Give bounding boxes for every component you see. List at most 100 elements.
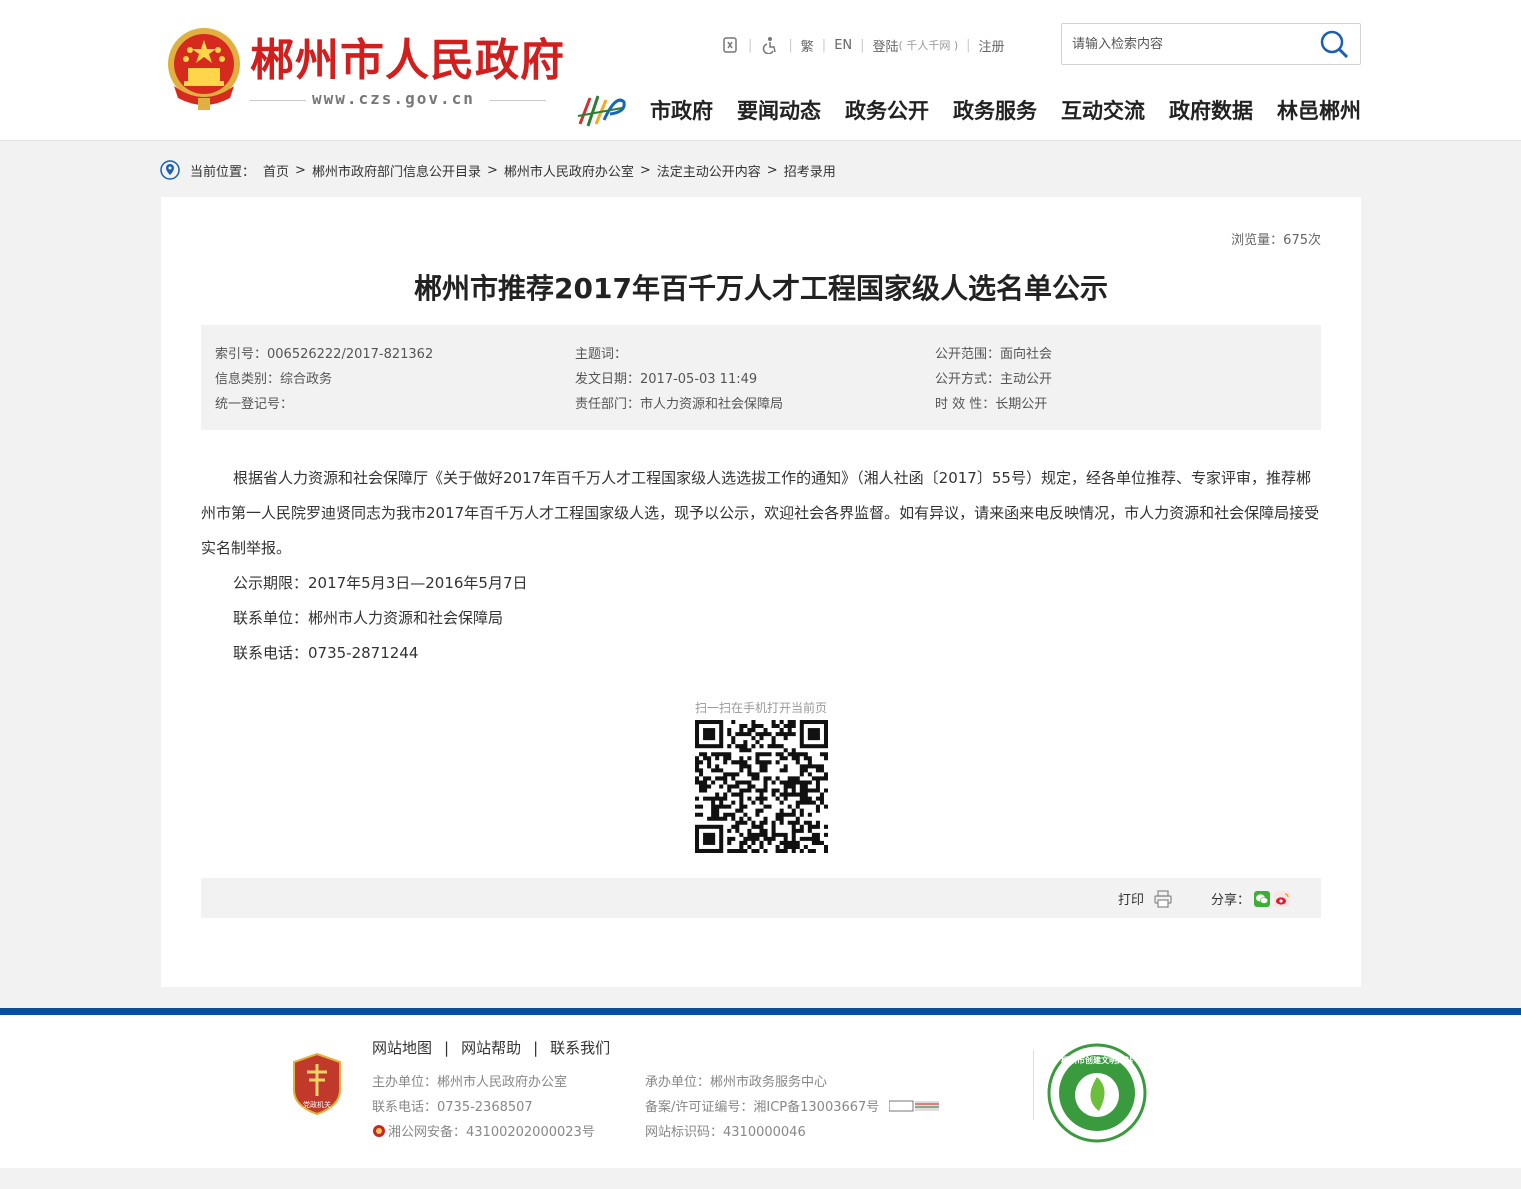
footer-info-right: 承办单位：郴州市政务服务中心 备案/许可证编号：湘ICP备13003667号 网…	[645, 1070, 940, 1145]
site-title[interactable]: 郴州市人民政府	[250, 34, 565, 88]
meta-column: 主题词： 发文日期：2017-05-03 11:49 责任部门：市人力资源和社会…	[575, 342, 783, 417]
cnzz-stats-icon[interactable]	[889, 1100, 940, 1112]
footer-organizer: 承办单位：郴州市政务服务中心	[645, 1075, 828, 1090]
meta-validity: 时 效 性：长期公开	[935, 397, 1048, 412]
civilization-website-badge-icon[interactable]: 郴州市创建文明网站	[1047, 1043, 1147, 1143]
footer-icp-row: 备案/许可证编号：湘ICP备13003667号	[645, 1095, 940, 1120]
traditional-chinese-link[interactable]: 繁	[801, 36, 814, 55]
search-box	[1061, 23, 1361, 65]
separator: |	[444, 1038, 450, 1057]
article-paragraph: 根据省人力资源和社会保障厅《关于做好2017年百千万人才工程国家级人选选拔工作的…	[201, 469, 1320, 557]
breadcrumb-item-statutory[interactable]: 法定主动公开内容	[657, 161, 761, 180]
footer-accent-line	[0, 1008, 1521, 1015]
badge-left-label: 党政机关	[303, 1100, 331, 1109]
separator: |	[821, 37, 827, 53]
nav-item-city-government[interactable]: 市政府	[650, 95, 713, 125]
page-bottom-strip	[0, 1168, 1521, 1189]
police-badge-icon	[373, 1125, 385, 1137]
article-paragraph: 公示期限：2017年5月3日—2016年5月7日	[233, 574, 528, 592]
site-url: www.czs.gov.cn	[312, 89, 475, 108]
register-link[interactable]: 注册	[979, 36, 1005, 55]
footer-link-contact[interactable]: 联系我们	[550, 1037, 610, 1058]
nav-item-government-services[interactable]: 政务服务	[953, 95, 1037, 125]
login-link[interactable]: 登陆	[873, 36, 899, 55]
qr-code-icon	[694, 720, 828, 853]
search-icon[interactable]	[1318, 29, 1350, 59]
article-paragraph: 联系单位：郴州市人力资源和社会保障局	[233, 609, 504, 627]
breadcrumb-separator: >	[639, 162, 651, 178]
qr-section: 扫一扫在手机打开当前页	[161, 700, 1361, 857]
search-input[interactable]	[1062, 24, 1312, 64]
print-label: 打印	[1118, 893, 1145, 908]
meta-method: 公开方式：主动公开	[935, 372, 1053, 387]
share-group: 分享：	[1211, 889, 1291, 908]
site-url-row: www.czs.gov.cn	[250, 89, 546, 111]
nav-item-news[interactable]: 要闻动态	[737, 95, 821, 125]
weibo-icon[interactable]	[1274, 890, 1291, 907]
party-government-badge-icon[interactable]: 党政机关	[290, 1052, 344, 1116]
divider	[250, 100, 306, 101]
separator: |	[860, 37, 865, 53]
footer-sponsor: 主办单位：郴州市人民政府办公室	[372, 1075, 568, 1090]
meta-column: 公开范围：面向社会 公开方式：主动公开 时 效 性：长期公开	[935, 342, 1052, 417]
accessibility-icon[interactable]	[760, 35, 780, 55]
footer-phone: 联系电话：0735-2368507	[372, 1100, 533, 1115]
share-bar: 打印 分享：	[201, 878, 1321, 918]
print-button[interactable]: 打印	[1118, 889, 1172, 908]
site-header: 郴州市人民政府 www.czs.gov.cn | | 繁 | EN | 登陆 (…	[0, 0, 1521, 141]
location-pin-icon	[160, 160, 180, 180]
view-count: 浏览量：675次	[1231, 233, 1321, 248]
nav-item-government-data[interactable]: 政府数据	[1169, 95, 1253, 125]
breadcrumb-item-directory[interactable]: 郴州市政府部门信息公开目录	[312, 161, 481, 180]
share-label: 分享：	[1211, 893, 1251, 908]
qr-caption: 扫一扫在手机打开当前页	[694, 701, 827, 715]
breadcrumb-separator: >	[766, 162, 778, 178]
national-emblem-icon	[168, 28, 240, 110]
main-nav: 市政府 要闻动态 政务公开 政务服务 互动交流 政府数据 林邑郴州	[576, 90, 1361, 130]
breadcrumb-item-home[interactable]: 首页	[263, 161, 289, 180]
breadcrumb-label: 当前位置：	[190, 164, 256, 180]
footer-police-record[interactable]: 湘公网安备：43100202000023号	[388, 1125, 595, 1140]
article-title: 郴州市推荐2017年百千万人才工程国家级人选名单公示	[414, 272, 1108, 305]
meta-category: 信息类别：综合政务	[215, 372, 333, 387]
meta-registration-no: 统一登记号：	[215, 397, 294, 412]
footer-info-left: 主办单位：郴州市人民政府办公室 联系电话：0735-2368507 湘公网安备：…	[372, 1070, 595, 1145]
meta-department: 责任部门：市人力资源和社会保障局	[575, 397, 784, 412]
article-meta: 索引号：006526222/2017-821362 信息类别：综合政务 统一登记…	[201, 325, 1321, 430]
separator: |	[533, 1038, 539, 1057]
separator: |	[788, 37, 793, 53]
nav-item-open-government[interactable]: 政务公开	[845, 95, 929, 125]
article-panel: 浏览量：675次 郴州市推荐2017年百千万人才工程国家级人选名单公示 索引号：…	[161, 197, 1361, 987]
footer-icp[interactable]: 备案/许可证编号：湘ICP备13003667号	[645, 1100, 879, 1115]
divider	[490, 100, 546, 101]
breadcrumb-item-office[interactable]: 郴州市人民政府办公室	[504, 161, 634, 180]
meta-index-no: 索引号：006526222/2017-821362	[215, 347, 434, 362]
nav-item-linyi-chenzhou[interactable]: 林邑郴州	[1277, 95, 1361, 125]
footer-police-record-row: 湘公网安备：43100202000023号	[372, 1120, 595, 1145]
printer-icon	[1154, 889, 1172, 908]
footer-link-help[interactable]: 网站帮助	[461, 1037, 521, 1058]
breadcrumb-separator: >	[295, 162, 306, 178]
badge-right-label: 郴州市创建文明网站	[1061, 1055, 1133, 1065]
article-body: 根据省人力资源和社会保障厅《关于做好2017年百千万人才工程国家级人选选拔工作的…	[201, 461, 1321, 671]
wechat-icon[interactable]	[1254, 890, 1271, 907]
english-link[interactable]: EN	[834, 38, 852, 53]
linyi-logo-icon	[577, 95, 626, 127]
meta-keywords: 主题词：	[575, 347, 628, 362]
breadcrumb-item-recruitment[interactable]: 招考录用	[784, 161, 836, 180]
login-note: ( 千人千网 )	[898, 39, 959, 52]
footer-site-id: 网站标识码：4310000046	[645, 1125, 806, 1140]
footer-link-sitemap[interactable]: 网站地图	[372, 1037, 432, 1058]
site-footer: 党政机关 网站地图 | 网站帮助 | 联系我们 主办单位：郴州市人民政府办公室 …	[0, 1015, 1521, 1168]
meta-column: 索引号：006526222/2017-821362 信息类别：综合政务 统一登记…	[215, 342, 433, 417]
meta-date: 发文日期：2017-05-03 11:49	[575, 372, 758, 387]
barrier-free-icon[interactable]	[720, 35, 740, 55]
breadcrumb-separator: >	[486, 162, 498, 178]
top-toolbar: | | 繁 | EN | 登陆 ( 千人千网 ) | 注册	[720, 33, 1005, 57]
footer-links: 网站地图 | 网站帮助 | 联系我们	[372, 1037, 610, 1058]
separator: |	[966, 37, 971, 53]
meta-scope: 公开范围：面向社会	[935, 347, 1053, 362]
article-paragraph: 联系电话：0735-2871244	[233, 644, 419, 662]
separator: |	[748, 37, 753, 53]
nav-item-interaction[interactable]: 互动交流	[1061, 95, 1145, 125]
